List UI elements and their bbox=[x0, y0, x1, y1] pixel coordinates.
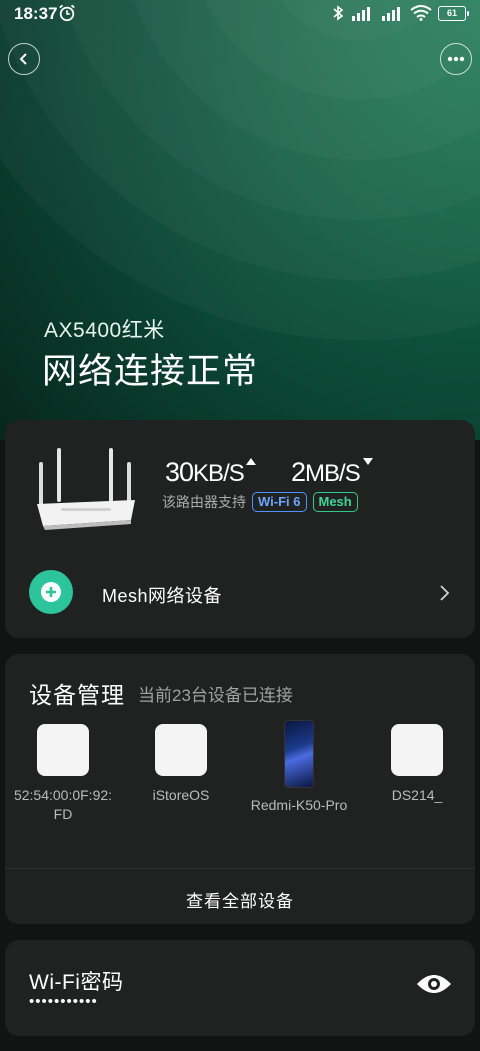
router-model-name: AX5400红米 bbox=[44, 319, 165, 342]
device-name: 52:54:00:0F:92:FD bbox=[13, 787, 113, 822]
view-all-devices-button[interactable]: 查看全部设备 bbox=[5, 887, 475, 912]
download-speed-value: 2 bbox=[291, 457, 306, 487]
router-card: 30KB/S 2MB/S 该路由器支持 Wi-Fi 6 Mesh Mesh网络设… bbox=[5, 420, 475, 638]
device-item[interactable]: Redmi-K50-Pro bbox=[249, 720, 349, 815]
alarm-icon bbox=[59, 4, 75, 22]
upload-speed: 30KB/S bbox=[165, 457, 245, 488]
router-image bbox=[37, 448, 135, 530]
wifi-password-title: Wi-Fi密码 bbox=[29, 971, 124, 994]
generic-device-icon bbox=[155, 724, 207, 776]
device-item[interactable]: DS214_ bbox=[367, 724, 467, 805]
battery-icon: 61 bbox=[438, 5, 469, 21]
generic-device-icon bbox=[391, 724, 443, 776]
upload-arrow-icon bbox=[246, 458, 256, 465]
connection-status-title: 网络连接正常 bbox=[42, 352, 259, 391]
wifi-password-card: Wi-Fi密码 ••••••••••• bbox=[5, 940, 475, 1036]
download-speed: 2MB/S bbox=[291, 457, 361, 488]
device-list: 52:54:00:0F:92:FD iStoreOS Redmi-K50-Pro… bbox=[5, 720, 475, 844]
bluetooth-icon bbox=[333, 5, 344, 21]
support-label: 该路由器支持 bbox=[162, 494, 246, 510]
device-item[interactable]: iStoreOS bbox=[131, 724, 231, 805]
upload-speed-unit: KB/S bbox=[193, 460, 245, 487]
more-options-button[interactable] bbox=[440, 43, 472, 75]
device-item[interactable]: 52:54:00:0F:92:FD bbox=[13, 724, 113, 824]
status-time: 18:37 bbox=[14, 4, 58, 23]
add-mesh-icon bbox=[29, 570, 73, 614]
status-bar: 18:37 61 bbox=[0, 0, 480, 28]
device-management-title: 设备管理 bbox=[29, 682, 125, 708]
chevron-left-icon bbox=[19, 53, 27, 65]
more-dots-icon bbox=[447, 56, 465, 62]
upload-speed-value: 30 bbox=[165, 457, 194, 487]
cellular-signal-2-icon bbox=[382, 7, 400, 21]
download-arrow-icon bbox=[363, 458, 373, 465]
device-name: Redmi-K50-Pro bbox=[250, 797, 348, 813]
wifi-status-icon bbox=[410, 5, 432, 21]
mesh-badge: Mesh bbox=[312, 492, 358, 512]
download-speed-unit: MB/S bbox=[305, 460, 361, 487]
device-management-card: 设备管理 当前23台设备已连接 52:54:00:0F:92:FD iStore… bbox=[5, 654, 475, 924]
wifi-password-masked: ••••••••••• bbox=[29, 993, 98, 1010]
device-name: iStoreOS bbox=[152, 787, 210, 803]
cellular-signal-icon bbox=[352, 7, 370, 21]
back-button[interactable] bbox=[8, 43, 40, 75]
connected-count-label: 当前23台设备已连接 bbox=[138, 686, 293, 705]
wifi6-badge: Wi-Fi 6 bbox=[252, 492, 307, 512]
device-name: DS214_ bbox=[391, 787, 443, 803]
show-password-eye-icon[interactable] bbox=[415, 972, 453, 996]
phone-icon bbox=[284, 720, 314, 788]
support-row: 该路由器支持 Wi-Fi 6 Mesh bbox=[162, 492, 358, 512]
mesh-devices-row[interactable]: Mesh网络设备 bbox=[5, 558, 475, 628]
mesh-devices-label: Mesh网络设备 bbox=[102, 586, 223, 606]
divider bbox=[5, 868, 475, 869]
generic-device-icon bbox=[37, 724, 89, 776]
chevron-right-icon bbox=[440, 585, 450, 601]
